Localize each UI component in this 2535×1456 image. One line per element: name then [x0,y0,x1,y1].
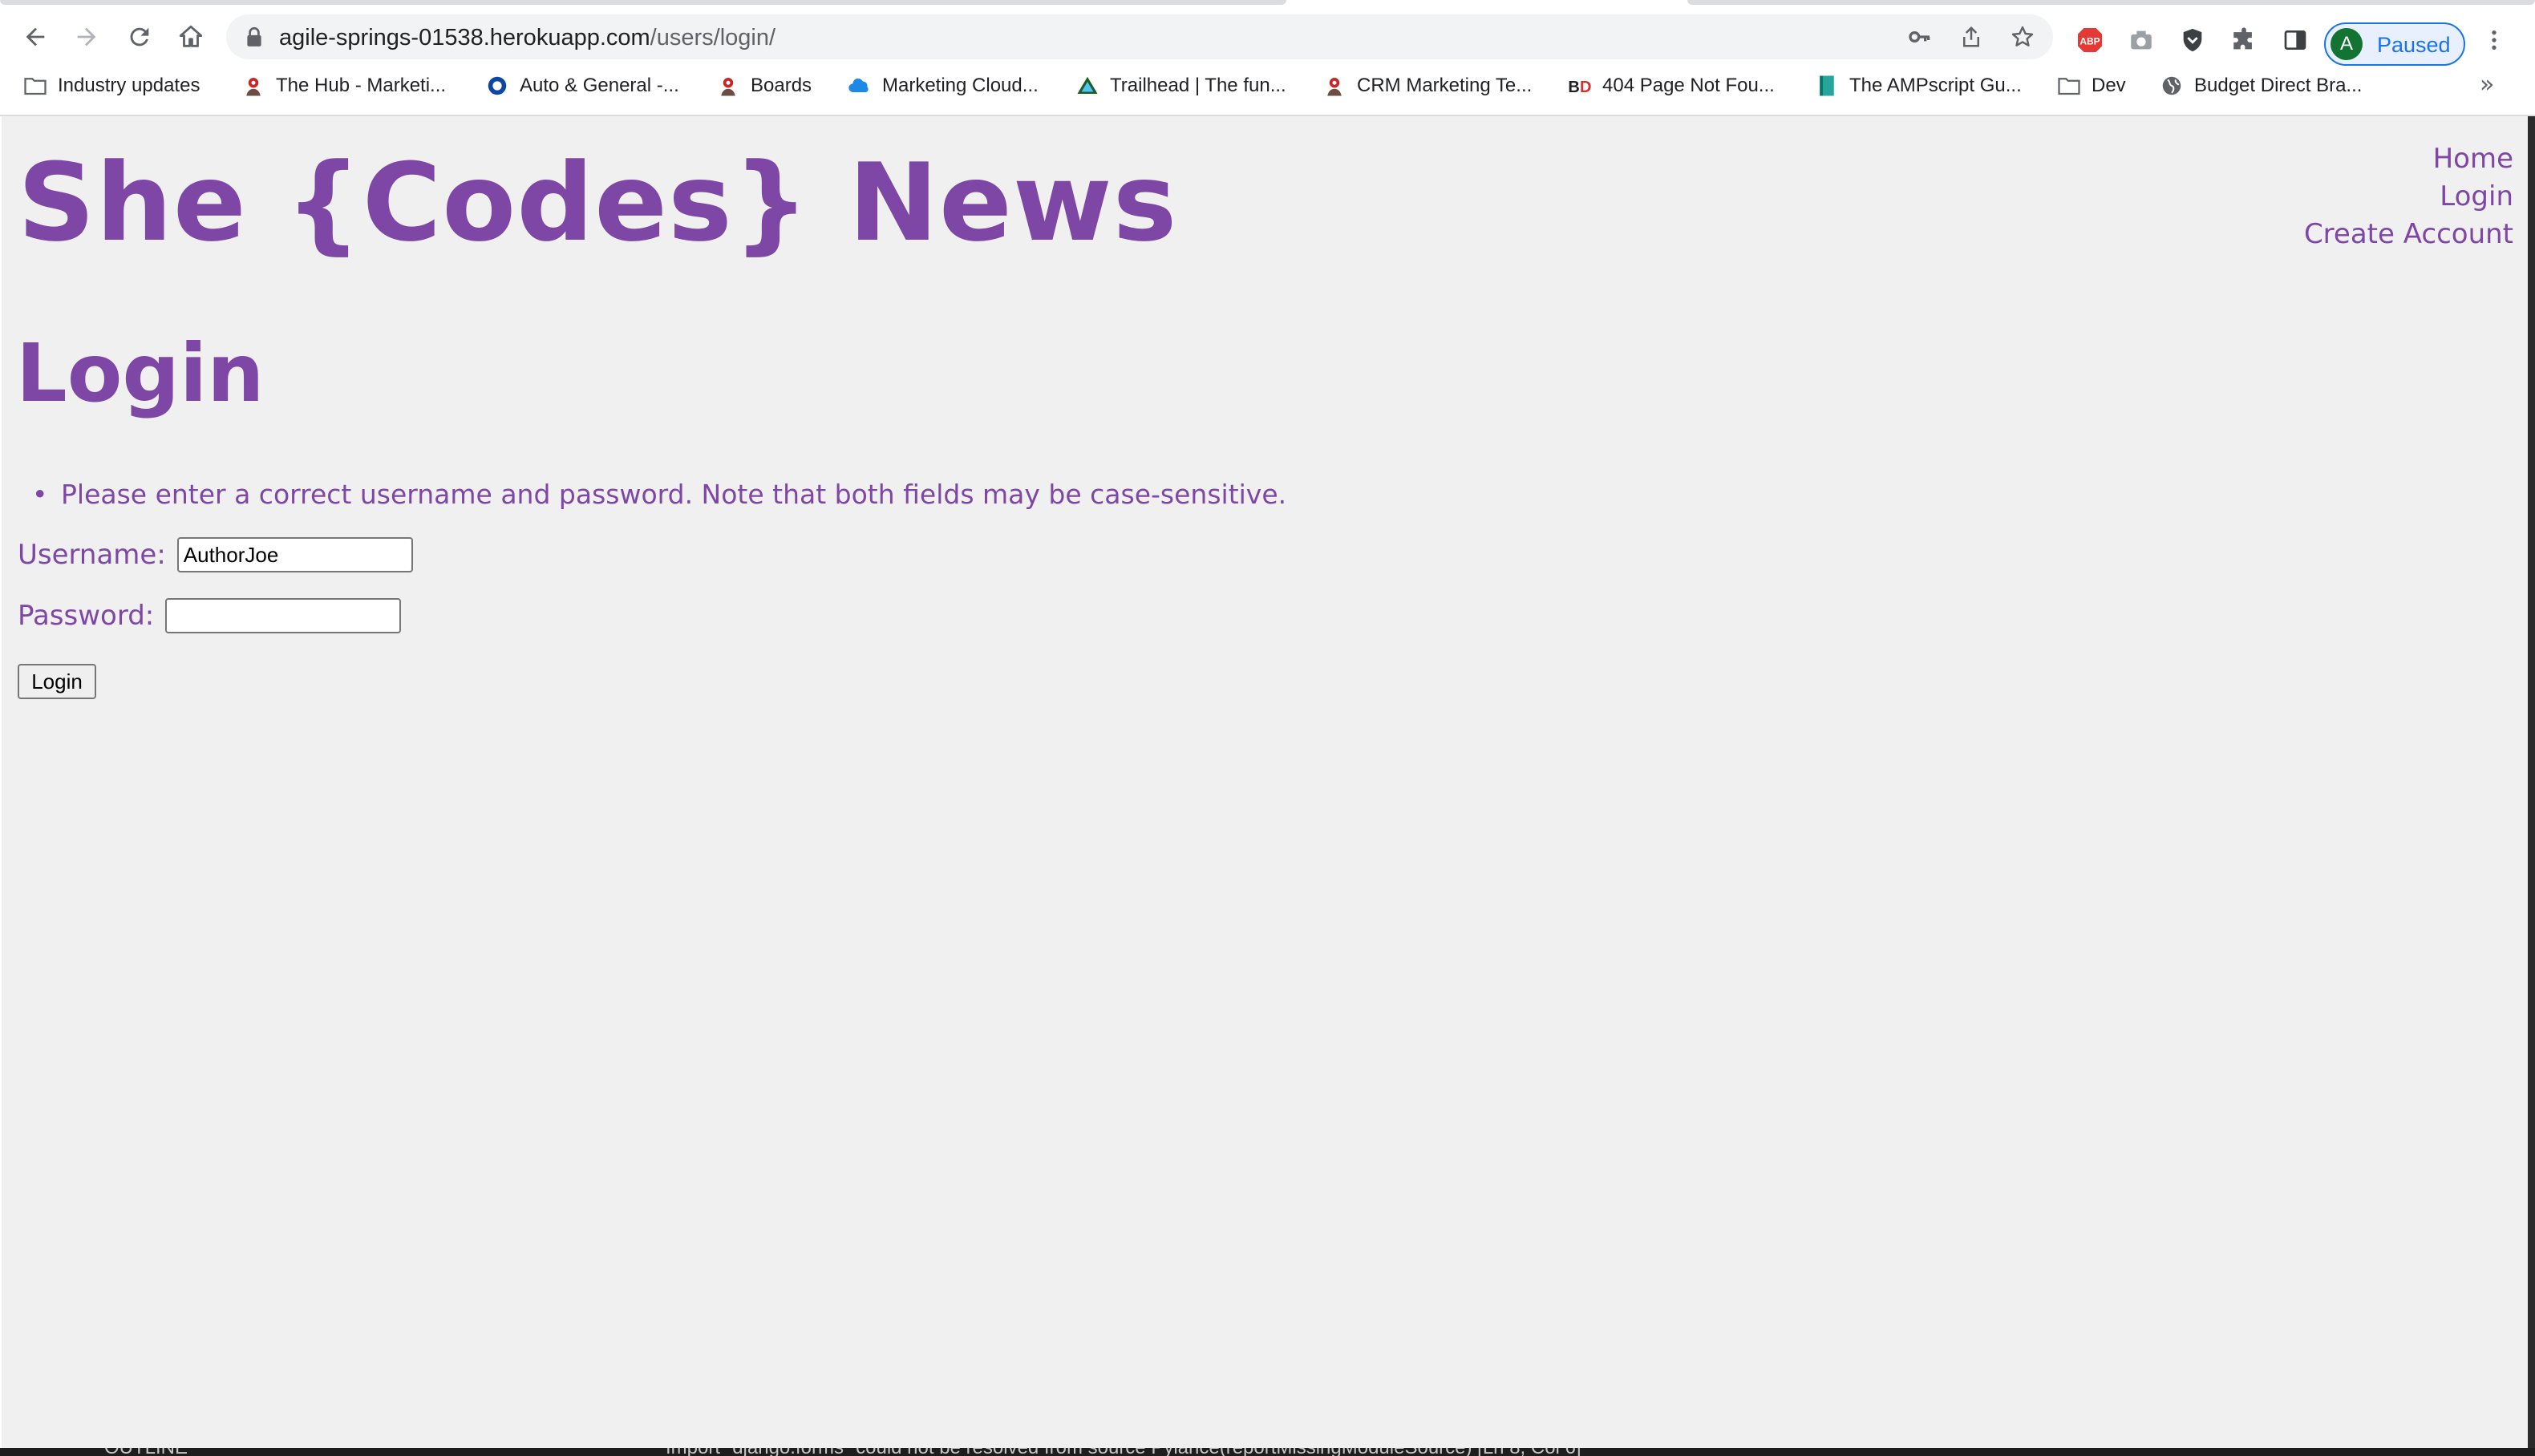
username-label: Username: [18,539,166,571]
back-button[interactable] [19,21,51,53]
page-title: Login [16,326,265,420]
address-bar[interactable]: agile-springs-01538.herokuapp.com/users/… [226,14,2053,59]
login-button[interactable]: Login [18,664,96,699]
folder-icon [2056,73,2082,99]
tab-inactive[interactable] [1687,0,2535,5]
trailhead-favicon [1075,73,1100,99]
bookmark-item[interactable]: Industry updates [22,69,200,103]
bookmark-item[interactable]: Trailhead | The fun... [1075,69,1286,103]
ring-favicon [484,73,510,99]
url-host: agile-springs-01538.herokuapp.com [279,25,650,51]
bookmark-item[interactable]: Budget Direct Bra... [2159,69,2362,103]
kebab-menu-icon [2492,30,2497,50]
avatar: A [2330,28,2363,60]
svg-text:ABP: ABP [2079,35,2100,47]
bookmark-label: Dev [2092,75,2126,96]
folder-icon [22,73,48,99]
bullet-icon: • [32,479,48,510]
bookmark-item[interactable]: Dev [2056,69,2126,103]
site-favicon [1322,73,1347,99]
site-title: She {Codes} News [18,140,1178,265]
password-label: Password: [18,600,155,632]
username-field[interactable] [176,537,413,572]
bookmark-label: 404 Page Not Fou... [1602,75,1775,96]
error-message: • Please enter a correct username and pas… [32,479,1287,510]
browser-toolbar: agile-springs-01538.herokuapp.com/users/… [0,10,2535,66]
bookmark-label: CRM Marketing Te... [1357,75,1533,96]
profile-status: Paused [2377,33,2451,57]
browser-menu-button[interactable] [2478,24,2510,56]
bookmarks-bar: Industry updates The Hub - Marketi... Auto… [0,66,2535,106]
browser-chrome: agile-springs-01538.herokuapp.com/users/… [0,0,2535,116]
bd-favicon: BD [1567,73,1593,99]
puzzle-icon[interactable] [2228,24,2260,56]
tab-inactive[interactable] [0,0,1286,5]
forward-button[interactable] [71,21,103,53]
reload-icon [130,27,149,47]
arrow-left-icon [26,27,45,47]
username-row: Username: [18,537,413,572]
home-icon [179,25,203,47]
bookmarks-overflow-button[interactable]: » [2480,71,2494,99]
profile-button[interactable]: A Paused [2324,22,2465,66]
svg-text:D: D [1580,79,1591,96]
nav-link-login[interactable]: Login [2304,178,2513,216]
lock-icon[interactable] [244,26,265,48]
bookmark-label: The AMPscript Gu... [1849,75,2022,96]
bookmark-item[interactable]: CRM Marketing Te... [1322,69,1532,103]
tab-strip-edge [0,0,2535,10]
nav-link-home[interactable]: Home [2304,140,2513,178]
star-icon[interactable] [2008,22,2037,51]
url-text[interactable]: agile-springs-01538.herokuapp.com/users/… [279,25,775,51]
bookmark-item[interactable]: Marketing Cloud... [847,69,1039,103]
sidepanel-icon[interactable] [2279,24,2311,56]
bookmark-label: Boards [751,75,812,96]
bookmark-label: Trailhead | The fun... [1110,75,1286,96]
error-message-text: Please enter a correct username and pass… [61,479,1287,510]
password-field[interactable] [165,598,402,633]
reload-button[interactable] [124,21,156,53]
share-icon[interactable] [1957,22,1986,51]
password-row: Password: [18,598,402,633]
bookmark-label: The Hub - Marketi... [276,75,447,96]
background-editor-strip: OUTLINE Import "django.forms" could not … [0,1448,2535,1456]
bookmark-label: Industry updates [58,75,200,96]
shield-extension-icon[interactable] [2177,24,2209,56]
camera-icon[interactable] [2125,24,2157,56]
bookmark-item[interactable]: The AMPscript Gu... [1814,69,2022,103]
nav-link-create-account[interactable]: Create Account [2304,216,2513,253]
book-favicon [1814,73,1840,99]
site-nav: Home Login Create Account [2304,140,2513,253]
home-button[interactable] [175,21,207,53]
problem-message: Import "django.forms" could not be resol… [666,1448,1581,1456]
error-list: • Please enter a correct username and pas… [32,479,1287,510]
window-edge [2528,116,2535,1456]
bookmark-item[interactable]: Auto & General -... [484,69,679,103]
url-path: /users/login/ [650,25,776,51]
svg-text:B: B [1568,79,1579,96]
bookmark-item[interactable]: The Hub - Marketi... [241,69,446,103]
site-favicon [715,73,741,99]
site-favicon [241,73,266,99]
page-viewport: She {Codes} News Home Login Create Accou… [2,116,2528,1448]
adblock-icon[interactable]: ABP [2074,24,2106,56]
bookmark-label: Marketing Cloud... [882,75,1039,96]
bookmark-item[interactable]: Boards [715,69,812,103]
arrow-right-icon [77,27,96,47]
bookmark-label: Budget Direct Bra... [2194,75,2363,96]
outline-panel-label: OUTLINE [104,1448,188,1456]
globe-favicon [2159,73,2185,99]
bookmark-label: Auto & General -... [520,75,679,96]
bookmark-item[interactable]: B D 404 Page Not Fou... [1567,69,1775,103]
key-icon[interactable] [1905,22,1934,51]
cloud-favicon [847,73,873,99]
